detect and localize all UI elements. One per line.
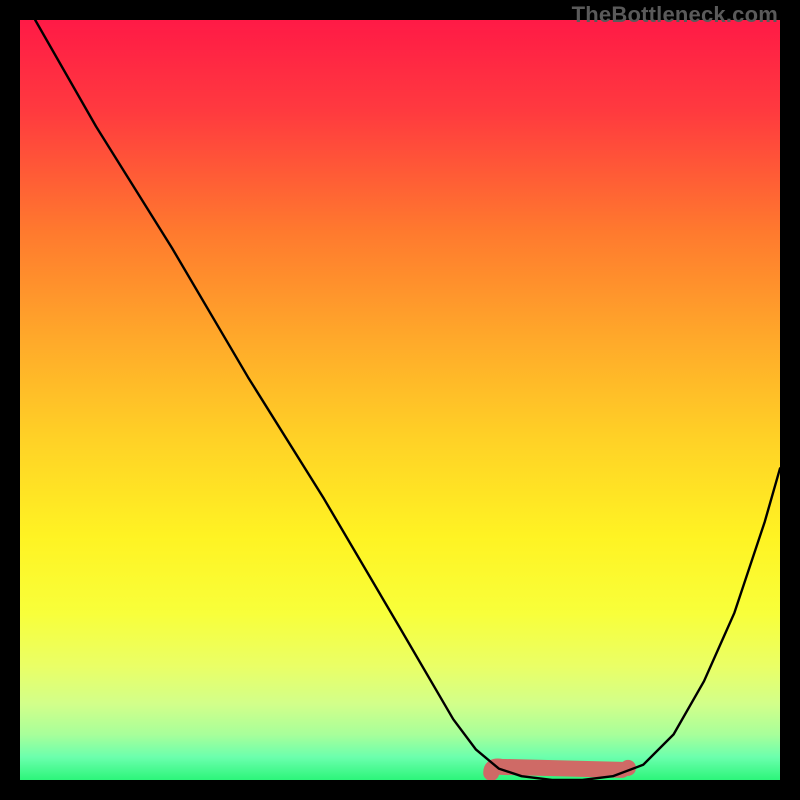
watermark-text: TheBottleneck.com	[572, 2, 778, 28]
chart-frame: TheBottleneck.com	[0, 0, 800, 800]
gradient-background	[20, 20, 780, 780]
chart-svg	[20, 20, 780, 780]
